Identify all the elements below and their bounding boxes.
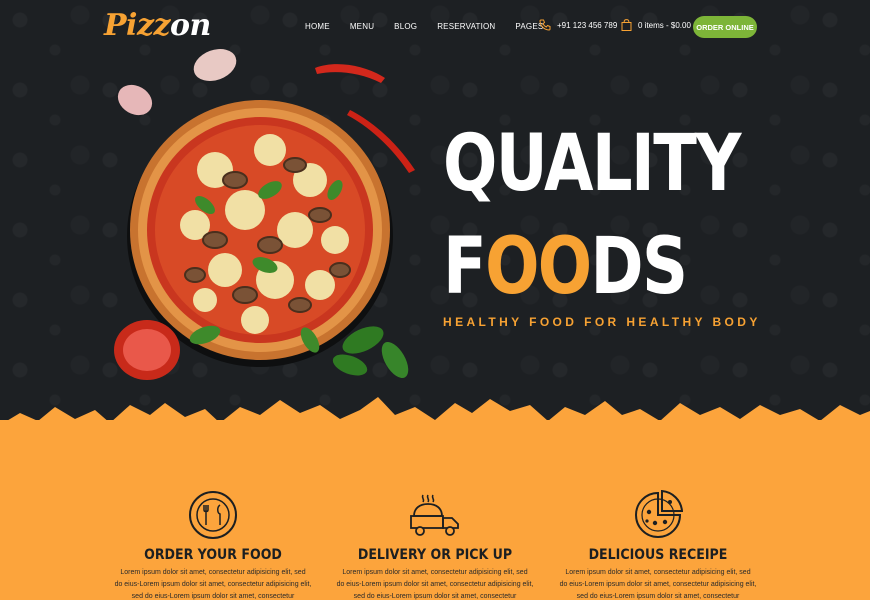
feature-delivery: DELIVERY OR PICK UP Lorem ipsum dolor si…	[335, 490, 535, 600]
hero-heading-line2: FOODS	[443, 228, 688, 306]
feature-text-line: sed do eius-Lorem ipsum dolor sit amet, …	[131, 593, 295, 600]
logo-accent-text: Pizz	[104, 8, 171, 43]
site-logo[interactable]: Pizzon	[104, 8, 211, 43]
feature-order: ORDER YOUR FOOD Lorem ipsum dolor sit am…	[113, 490, 313, 600]
site-header: Pizzon HOME MENU BLOG RESERVATION PAGES …	[0, 0, 870, 56]
feature-text: Lorem ipsum dolor sit amet, consectetur …	[335, 567, 535, 600]
feature-text-line: do eius-Lorem ipsum dolor sit amet, cons…	[336, 581, 534, 588]
phone-number: +91 123 456 789	[557, 20, 618, 30]
feature-text-line: Lorem ipsum dolor sit amet, consectetur …	[120, 569, 306, 576]
feature-text: Lorem ipsum dolor sit amet, consectetur …	[113, 567, 313, 600]
feature-text-line: do eius-Lorem ipsum dolor sit amet, cons…	[559, 581, 757, 588]
phone-contact[interactable]: +91 123 456 789	[539, 19, 617, 31]
nav-item-blog[interactable]: BLOG	[394, 22, 417, 31]
feature-title: DELICIOUS RECEIPE	[588, 547, 728, 563]
feature-text-line: do eius-Lorem ipsum dolor sit amet, cons…	[114, 581, 312, 588]
feature-text: Lorem ipsum dolor sit amet, consectetur …	[558, 567, 758, 600]
cart-summary[interactable]: 0 items - $0.00	[621, 19, 691, 31]
hero-heading-f: F	[443, 222, 487, 312]
main-nav: HOME MENU BLOG RESERVATION PAGES	[305, 22, 563, 31]
order-online-button[interactable]: ORDER ONLINE	[693, 16, 757, 38]
feature-title: DELIVERY OR PICK UP	[357, 547, 513, 563]
feature-text-line: sed do eius-Lorem ipsum dolor sit amet, …	[576, 593, 740, 600]
delivery-truck-icon	[410, 494, 459, 536]
phone-icon	[539, 19, 551, 31]
nav-item-home[interactable]: HOME	[305, 22, 330, 31]
bag-icon	[621, 19, 632, 31]
feature-text-line: Lorem ipsum dolor sit amet, consectetur …	[342, 569, 528, 576]
utensils-plate-icon	[189, 491, 237, 539]
logo-rest-text: on	[170, 8, 211, 43]
hero-heading-line1: QUALITY	[443, 119, 742, 209]
feature-recipe: DELICIOUS RECEIPE Lorem ipsum dolor sit …	[558, 490, 758, 600]
nav-item-menu[interactable]: MENU	[350, 22, 374, 31]
feature-text-line: Lorem ipsum dolor sit amet, consectetur …	[565, 569, 751, 576]
pizza-slice-icon	[635, 490, 683, 538]
hero-tagline: HEALTHY FOOD FOR HEALTHY BODY	[443, 315, 761, 329]
pizza-image	[114, 49, 415, 380]
feature-text-line: sed do eius-Lorem ipsum dolor sit amet, …	[353, 593, 517, 600]
hero-heading-ds: DS	[590, 222, 689, 312]
cart-label: 0 items - $0.00	[638, 20, 691, 30]
hero-heading-oo: OO	[485, 222, 592, 312]
nav-item-reservation[interactable]: RESERVATION	[437, 22, 495, 31]
feature-title: ORDER YOUR FOOD	[144, 547, 282, 563]
torn-paper-edge	[0, 397, 870, 445]
